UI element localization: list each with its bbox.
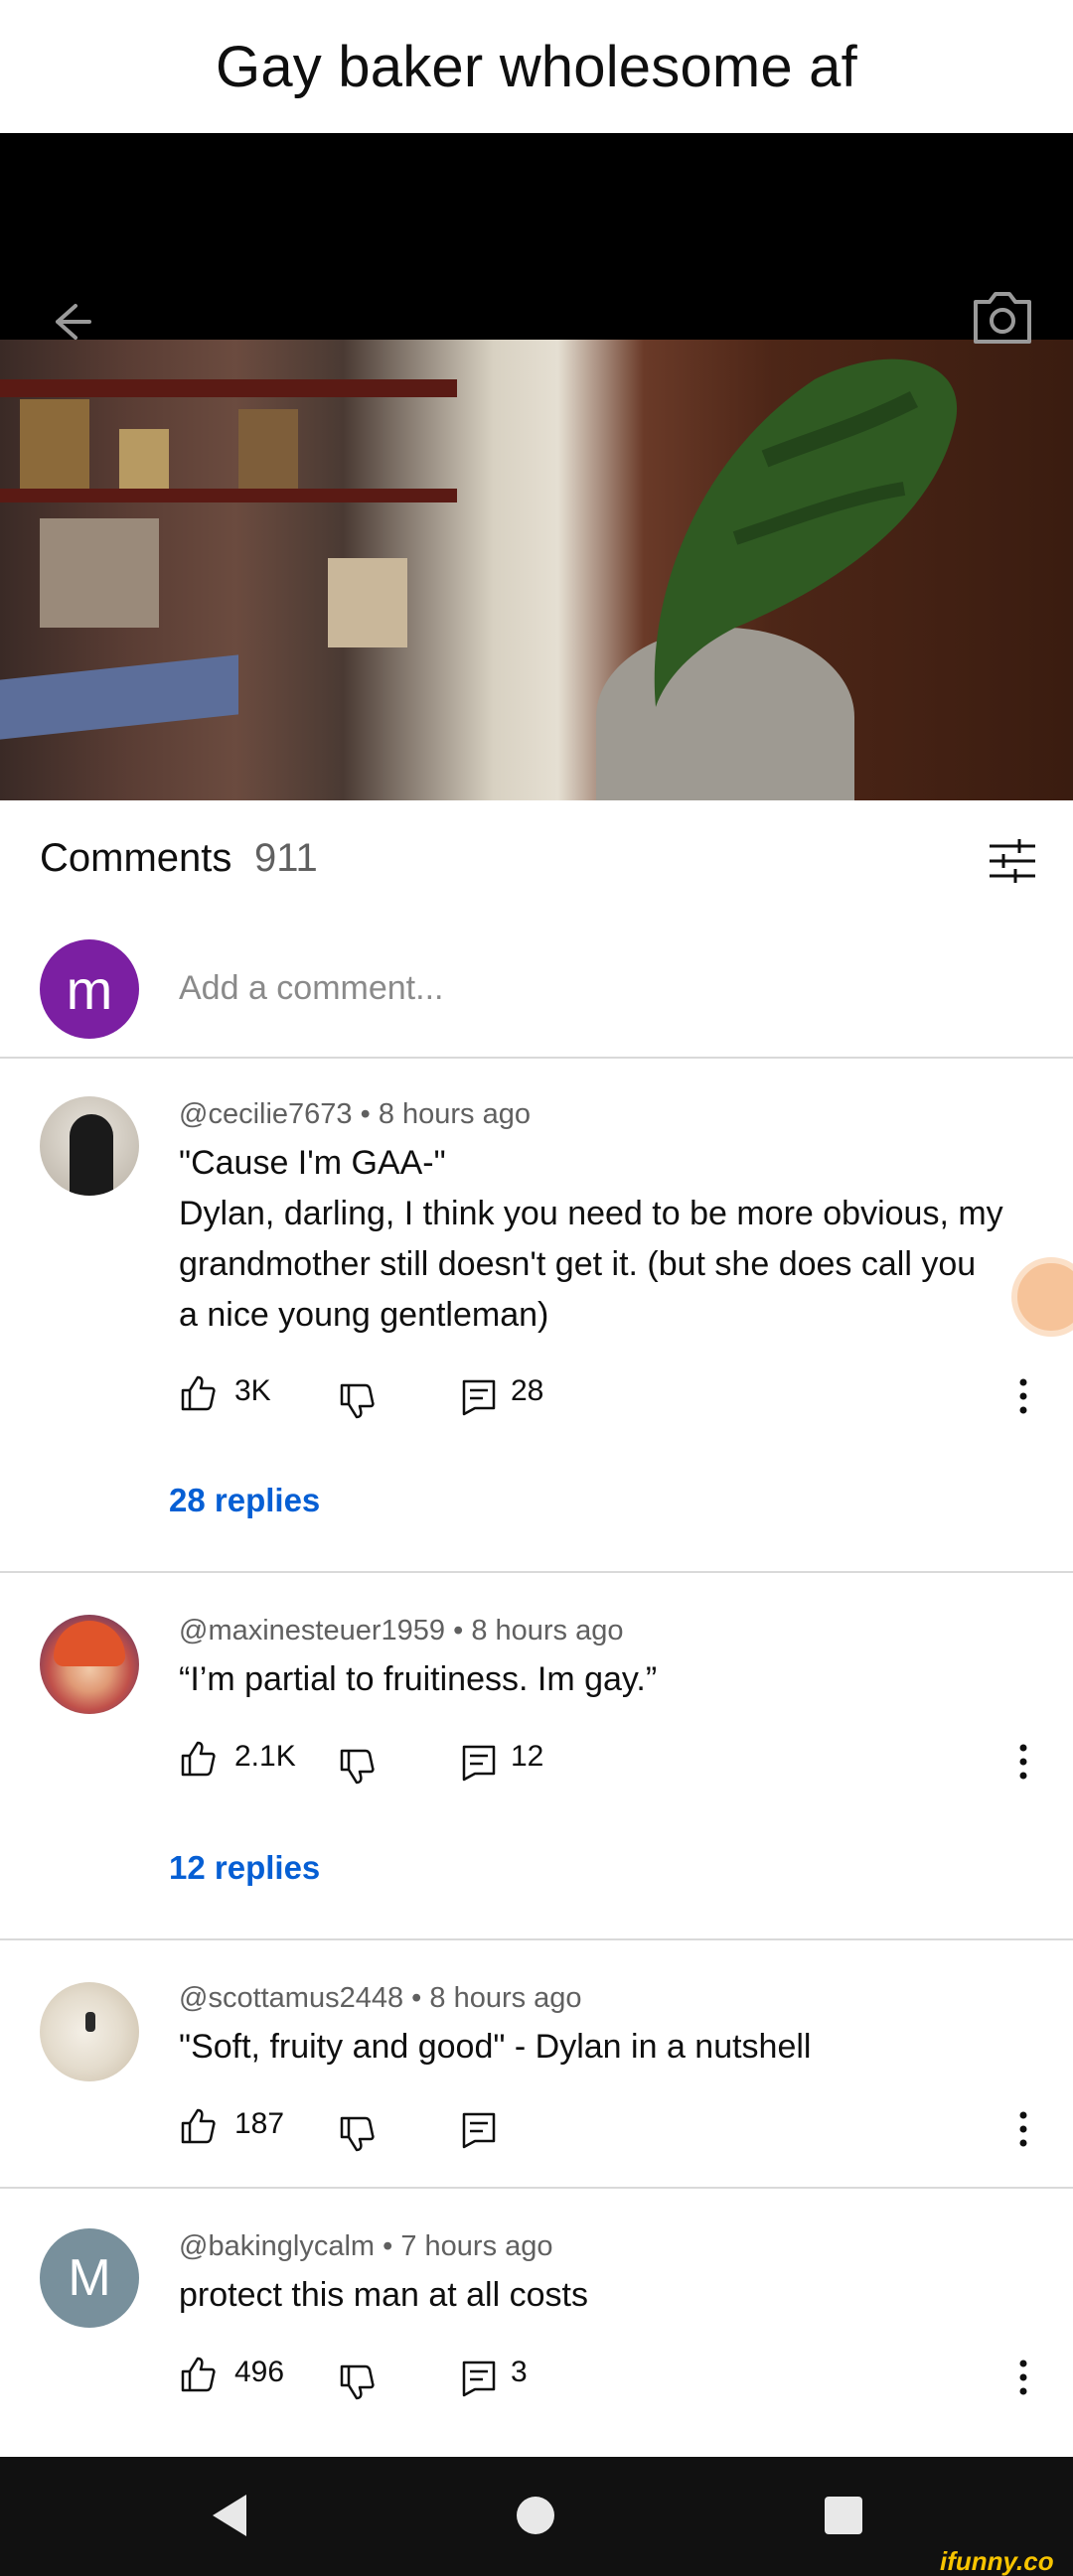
nav-back-icon[interactable] <box>209 2491 248 2540</box>
reply-count: 12 <box>511 1740 544 1773</box>
add-comment-row[interactable]: m Add a comment... <box>0 920 1073 1059</box>
comment-line: protect this man at all costs <box>179 2276 588 2314</box>
comments-title: Comments <box>40 836 232 880</box>
avatar-hair <box>54 1621 125 1666</box>
like-count: 3K <box>234 1374 271 1407</box>
comment-time: 8 hours ago <box>471 1615 624 1646</box>
add-comment-input[interactable]: Add a comment... <box>179 969 443 1008</box>
nav-home-icon[interactable] <box>517 2497 554 2534</box>
foil-box <box>0 654 238 740</box>
view-replies-link[interactable]: 28 replies <box>169 1482 320 1519</box>
thumbs-down-icon[interactable] <box>338 1748 376 1786</box>
comment-item: @cecilie7673 • 8 hours ago "Cause I'm GA… <box>0 1059 1073 1573</box>
avatar-letter: m <box>66 957 113 1021</box>
comment-actions: 3K 28 <box>179 1368 1053 1428</box>
comment-author[interactable]: @maxinesteuer1959 <box>179 1615 445 1646</box>
reply-count: 28 <box>511 1374 544 1407</box>
avatar[interactable]: M <box>40 2228 139 2328</box>
comment-meta: @maxinesteuer1959 • 8 hours ago <box>179 1615 624 1646</box>
comment-time: 8 hours ago <box>378 1098 531 1130</box>
comment-item: @maxinesteuer1959 • 8 hours ago “I’m par… <box>0 1573 1073 1940</box>
shelf <box>0 489 457 502</box>
jar <box>119 429 169 489</box>
thumbs-up-icon[interactable] <box>179 1374 217 1412</box>
comment-text: protect this man at all costs <box>179 2270 1033 2321</box>
comment-time: 8 hours ago <box>429 1982 582 2014</box>
like-count: 496 <box>234 2356 285 2388</box>
caption-text: Gay baker wholesome af <box>216 34 857 99</box>
comment-text: "Cause I'm GAA-" Dylan, darling, I think… <box>179 1138 1033 1341</box>
comment-actions: 187 <box>179 2101 1053 2161</box>
sliders-icon[interactable] <box>988 836 1037 886</box>
reply-icon[interactable] <box>461 1378 497 1416</box>
comment-author[interactable]: @cecilie7673 <box>179 1098 353 1130</box>
more-vert-icon[interactable] <box>1013 1740 1033 1784</box>
comment-text: "Soft, fruity and good" - Dylan in a nut… <box>179 2022 1033 2073</box>
box <box>40 518 159 628</box>
thumbs-up-icon[interactable] <box>179 1740 217 1778</box>
comment-author[interactable]: @bakinglycalm <box>179 2230 375 2262</box>
avatar-letter: M <box>68 2249 111 2307</box>
view-replies-link[interactable]: 12 replies <box>169 1849 320 1887</box>
more-vert-icon[interactable] <box>1013 2356 1033 2399</box>
comment-text: “I’m partial to fruitiness. Im gay.” <box>179 1654 1033 1705</box>
more-vert-icon[interactable] <box>1013 2107 1033 2151</box>
reply-icon[interactable] <box>461 1744 497 1782</box>
video-frame <box>0 340 1073 800</box>
watermark: ifunny.co <box>940 2546 1054 2576</box>
avatar-figure <box>85 2012 95 2032</box>
comment-line: “I’m partial to fruitiness. Im gay.” <box>179 1660 658 1698</box>
avatar: m <box>40 939 139 1039</box>
avatar[interactable] <box>40 1615 139 1714</box>
comment-time: 7 hours ago <box>400 2230 553 2262</box>
reply-icon[interactable] <box>461 2111 497 2149</box>
box <box>328 558 407 647</box>
avatar[interactable] <box>40 1096 139 1196</box>
comments-count: 911 <box>254 836 318 880</box>
video-letterbox <box>0 133 1073 340</box>
reply-count: 3 <box>511 2356 528 2388</box>
comment-actions: 2.1K 12 <box>179 1734 1053 1793</box>
arrow-left-icon[interactable] <box>40 292 99 352</box>
comment-meta: @cecilie7673 • 8 hours ago <box>179 1098 531 1130</box>
more-vert-icon[interactable] <box>1013 1374 1033 1418</box>
avatar[interactable] <box>40 1982 139 2081</box>
comment-line: "Cause I'm GAA-" <box>179 1144 446 1182</box>
comment-line: a nice young gentleman) <box>179 1296 549 1334</box>
shelf <box>0 379 457 397</box>
comment-line: grandmother still doesn't get it. (but s… <box>179 1245 977 1283</box>
video-player[interactable] <box>0 133 1073 800</box>
reply-icon[interactable] <box>461 2360 497 2397</box>
comment-meta: @bakinglycalm • 7 hours ago <box>179 2230 553 2262</box>
comment-line: "Soft, fruity and good" - Dylan in a nut… <box>179 2028 812 2066</box>
comment-item: @scottamus2448 • 8 hours ago "Soft, frui… <box>0 1940 1073 2189</box>
plant-leaf <box>654 358 958 707</box>
avatar-figure <box>70 1114 113 1196</box>
comment-meta: @scottamus2448 • 8 hours ago <box>179 1982 582 2014</box>
thumbs-down-icon[interactable] <box>338 2363 376 2401</box>
system-nav-bar <box>0 2457 1073 2576</box>
like-count: 187 <box>234 2107 285 2140</box>
like-count: 2.1K <box>234 1740 296 1773</box>
comment-actions: 496 3 <box>179 2350 1053 2409</box>
nav-recents-icon[interactable] <box>825 2497 862 2534</box>
thumbs-up-icon[interactable] <box>179 2356 217 2393</box>
comments-header: Comments 911 <box>0 800 1073 920</box>
thumbs-down-icon[interactable] <box>338 2115 376 2153</box>
jar <box>238 409 298 489</box>
comment-item: M @bakinglycalm • 7 hours ago protect th… <box>0 2189 1073 2457</box>
comment-line: Dylan, darling, I think you need to be m… <box>179 1195 1003 1232</box>
comment-author[interactable]: @scottamus2448 <box>179 1982 403 2014</box>
jar <box>20 399 89 489</box>
thumbs-up-icon[interactable] <box>179 2107 217 2145</box>
camera-icon[interactable] <box>970 288 1035 348</box>
meme-caption: Gay baker wholesome af <box>0 0 1073 133</box>
thumbs-down-icon[interactable] <box>338 1382 376 1420</box>
